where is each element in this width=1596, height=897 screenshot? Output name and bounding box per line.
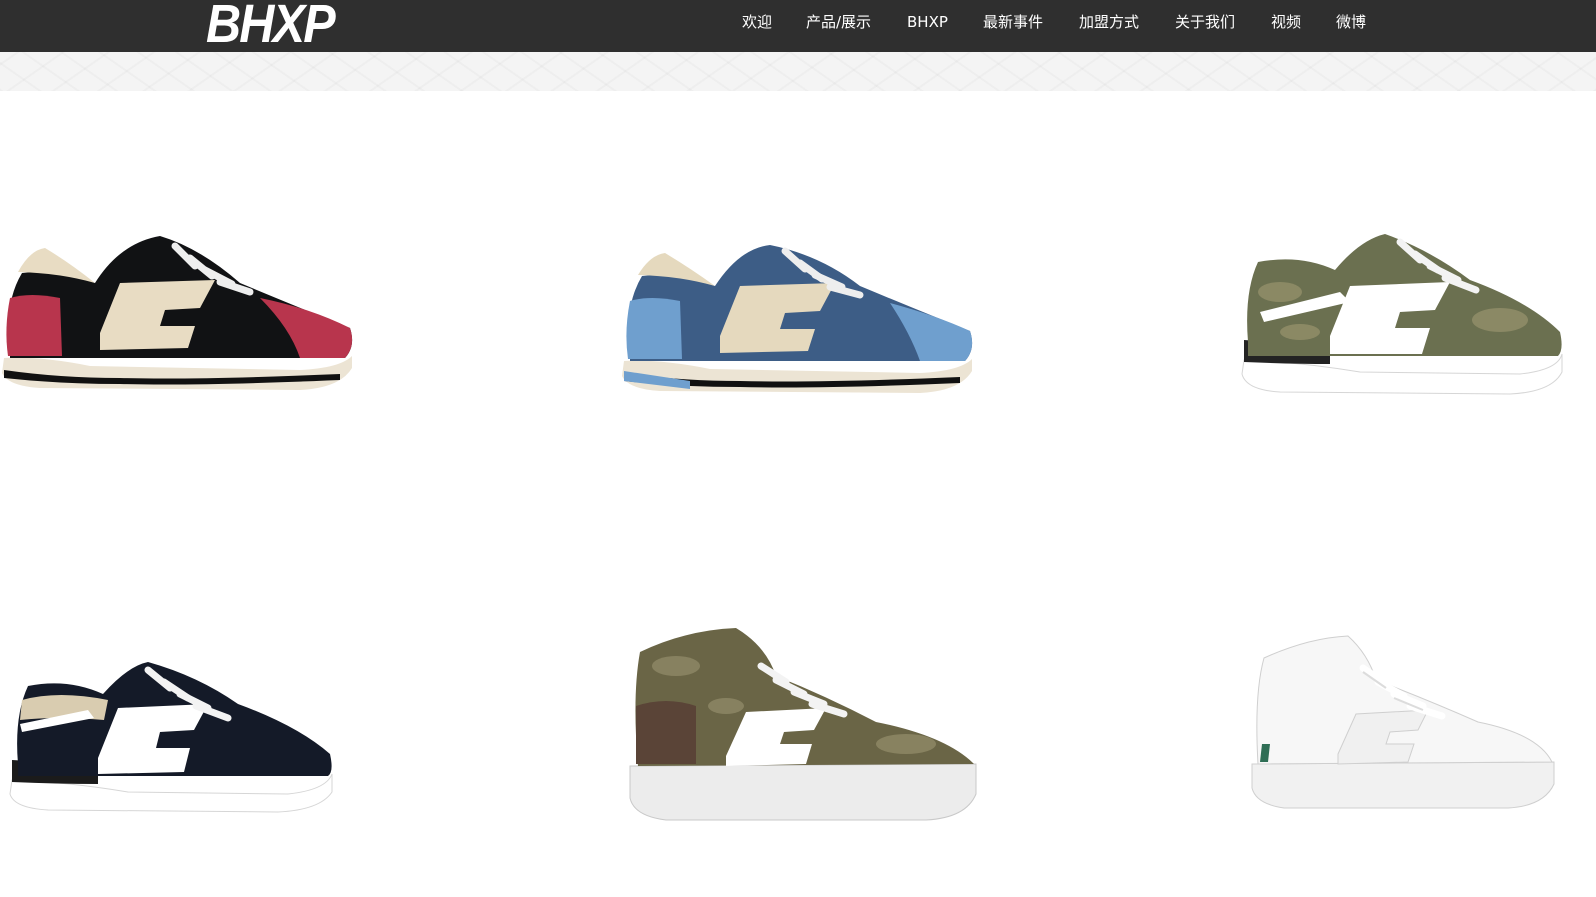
nav-item-video[interactable]: 视频 — [1271, 12, 1301, 32]
sole — [2, 356, 352, 390]
decorative-pattern-strip — [0, 52, 1596, 91]
nav-item-bhxp[interactable]: BHXP — [907, 12, 948, 32]
shoe-image — [1251, 635, 1555, 809]
top-navigation-bar: BHXP 欢迎 产品/展示 BHXP 最新事件 加盟方式 关于我们 视频 微博 — [0, 0, 1596, 52]
sole — [629, 763, 977, 821]
sole — [622, 359, 972, 393]
shoe-image — [629, 628, 977, 821]
product-shoe-4[interactable] — [8, 660, 338, 816]
product-shoe-3[interactable] — [1240, 232, 1565, 398]
nav-item-about[interactable]: 关于我们 — [1175, 12, 1235, 32]
brand-logo[interactable]: BHXP — [206, 0, 336, 52]
nav-item-welcome[interactable]: 欢迎 — [742, 12, 772, 32]
product-shoe-2[interactable] — [620, 243, 980, 403]
heel-panel — [6, 295, 62, 356]
shoe-image — [9, 662, 333, 813]
product-shoe-1[interactable] — [0, 228, 360, 398]
nav-item-franchise[interactable]: 加盟方式 — [1079, 12, 1139, 32]
product-shoe-6[interactable] — [1248, 634, 1558, 812]
heel-panel — [626, 298, 682, 359]
product-shoe-5[interactable] — [626, 626, 982, 822]
nav-item-weibo[interactable]: 微博 — [1336, 12, 1366, 32]
nav-item-products[interactable]: 产品/展示 — [806, 12, 871, 32]
shoe-image — [622, 245, 973, 393]
heel-panel — [636, 701, 696, 764]
sole — [1251, 761, 1555, 809]
shoe-image — [2, 236, 353, 390]
nav-item-news[interactable]: 最新事件 — [983, 12, 1043, 32]
shoe-image — [1241, 234, 1563, 395]
